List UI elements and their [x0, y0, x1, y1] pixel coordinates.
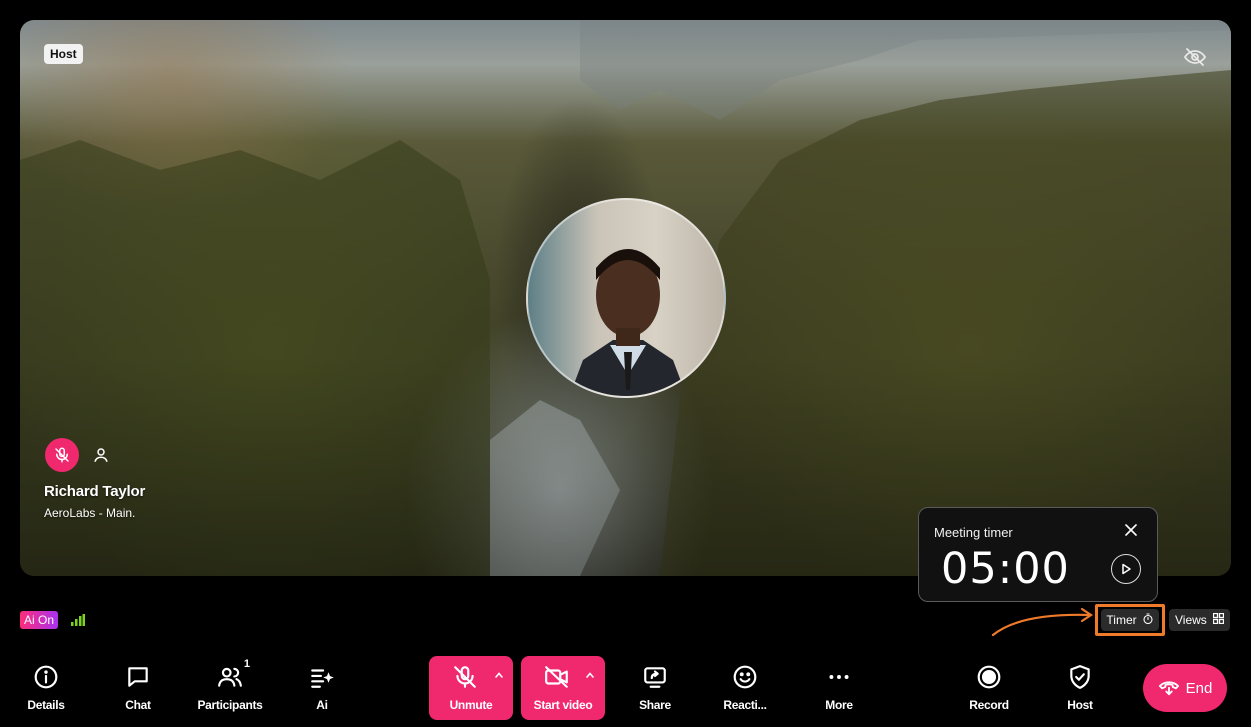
views-button-label: Views [1175, 613, 1207, 627]
close-icon[interactable] [1123, 522, 1139, 538]
start-video-button[interactable]: Start video [521, 656, 605, 720]
meeting-timer-value: 05:00 [941, 544, 1070, 594]
timer-button[interactable]: Timer [1095, 604, 1165, 636]
mic-off-icon [452, 664, 478, 690]
annotation-arrow [990, 605, 1100, 639]
participants-label: Participants [197, 698, 263, 712]
start-video-label: Start video [533, 698, 593, 712]
meeting-timer-title: Meeting timer [934, 525, 1013, 540]
details-label: Details [27, 698, 65, 712]
meeting-timer-panel: Meeting timer 05:00 [918, 507, 1158, 602]
more-button[interactable]: More [814, 656, 864, 720]
unmute-label: Unmute [449, 698, 493, 712]
timer-button-label: Timer [1106, 613, 1137, 627]
details-button[interactable]: Details [20, 656, 72, 720]
grid-icon [1212, 612, 1224, 627]
participants-count: 1 [243, 658, 250, 670]
host-button[interactable]: Host [1058, 656, 1102, 720]
chevron-up-icon[interactable] [585, 670, 595, 680]
end-label: End [1185, 679, 1213, 697]
host-label: Host [1067, 698, 1093, 712]
share-button[interactable]: Share [630, 656, 680, 720]
play-icon[interactable] [1111, 554, 1141, 584]
participants-button[interactable]: 1 Participants [196, 656, 264, 720]
shield-check-icon [1067, 664, 1093, 690]
smiley-icon [732, 664, 758, 690]
reactions-button[interactable]: Reacti... [718, 656, 772, 720]
share-screen-icon [642, 664, 668, 690]
phone-hangup-icon [1158, 675, 1180, 701]
chat-icon [125, 664, 151, 690]
unmute-button[interactable]: Unmute [429, 656, 513, 720]
participant-name: Richard Taylor [44, 483, 146, 500]
participants-icon: 1 [217, 658, 250, 690]
ai-button[interactable]: Ai [298, 656, 346, 720]
reactions-label: Reacti... [723, 698, 767, 712]
signal-strength-icon [71, 613, 85, 626]
video-off-icon [544, 664, 570, 690]
info-icon [33, 664, 59, 690]
hide-self-view-icon[interactable] [1183, 45, 1207, 69]
share-label: Share [639, 698, 671, 712]
participant-avatar [526, 198, 726, 398]
more-dots-icon [826, 664, 852, 690]
record-label: Record [969, 698, 1009, 712]
participant-org: AeroLabs - Main. [44, 506, 136, 520]
stopwatch-icon [1142, 612, 1154, 628]
ai-label: Ai [316, 698, 328, 712]
record-button[interactable]: Record [964, 656, 1014, 720]
ai-sparkle-icon [309, 664, 335, 690]
host-badge: Host [44, 44, 83, 64]
participant-muted-icon [45, 438, 79, 472]
ai-status-badge: Ai On [20, 611, 59, 629]
views-button[interactable]: Views [1169, 609, 1230, 631]
end-call-button[interactable]: End [1143, 664, 1227, 712]
chevron-up-icon[interactable] [494, 670, 504, 680]
person-icon [92, 446, 110, 464]
chat-button[interactable]: Chat [112, 656, 164, 720]
record-icon [976, 664, 1002, 690]
more-label: More [825, 698, 853, 712]
chat-label: Chat [125, 698, 151, 712]
